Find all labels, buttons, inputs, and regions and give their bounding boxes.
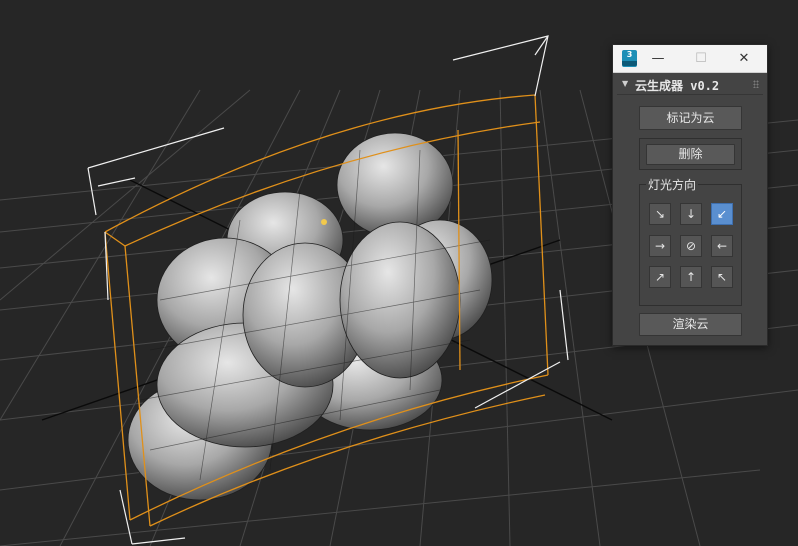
light-dir-southeast-button[interactable]: ↘ [649,203,671,225]
light-dir-northwest-button[interactable]: ↖ [711,266,733,288]
collapse-arrow-icon[interactable]: ▼ [622,79,628,88]
delete-button[interactable]: 删除 [646,144,735,165]
render-cloud-button[interactable]: 渲染云 [639,313,742,336]
light-dir-northeast-button[interactable]: ↗ [649,266,671,288]
light-dir-left-button[interactable]: ← [711,235,733,257]
mark-as-cloud-button[interactable]: 标记为云 [639,106,742,130]
light-dir-none-button[interactable]: ⊘ [680,235,702,257]
rollout-header[interactable]: ▼ 云生成器 v0.2 [617,76,763,95]
light-direction-group: 灯光方向 ↘ ↓ ↙ → ⊘ ← ↗ ↑ ↖ [639,176,742,306]
close-button[interactable]: ✕ [729,45,759,72]
drag-grip-icon[interactable] [753,80,759,88]
3dsmax-app-icon: 3 [622,50,637,67]
maximize-button[interactable]: ☐ [686,45,716,72]
cloud-generator-window: 3 — ☐ ✕ ▼ 云生成器 v0.2 标记为云 删除 灯光方向 ↘ ↓ ↙ →… [612,44,768,346]
window-titlebar[interactable]: 3 — ☐ ✕ [613,45,767,73]
delete-group: 删除 [639,138,742,170]
light-direction-label: 灯光方向 [646,176,699,193]
light-dir-southwest-button[interactable]: ↙ [711,203,733,225]
light-dir-down-button[interactable]: ↓ [680,203,702,225]
minimize-button[interactable]: — [643,45,673,72]
light-dir-up-button[interactable]: ↑ [680,266,702,288]
light-dir-right-button[interactable]: → [649,235,671,257]
rollout-title: 云生成器 v0.2 [635,79,720,93]
pivot-point [321,219,327,225]
